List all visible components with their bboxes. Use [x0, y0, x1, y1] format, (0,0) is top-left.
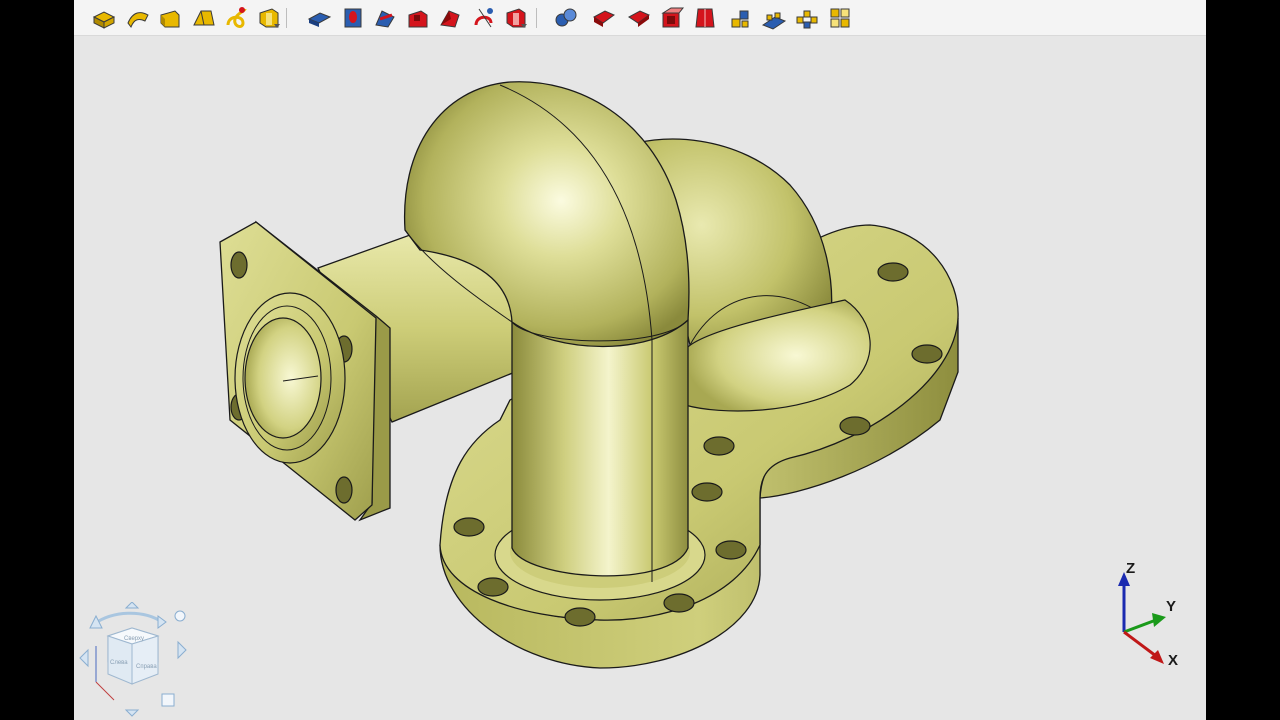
- loft-icon[interactable]: [190, 4, 218, 32]
- 3d-viewport[interactable]: Z Y X Сверху Слева Справа: [74, 36, 1206, 720]
- vertical-pipe: [511, 319, 689, 577]
- spiral-icon[interactable]: [222, 4, 250, 32]
- arrow-down-icon[interactable]: [124, 709, 140, 717]
- fillet-icon[interactable]: [552, 4, 580, 32]
- toolbar-separator: [286, 8, 287, 28]
- arrow-up-icon[interactable]: [124, 601, 140, 609]
- x-axis-label: X: [1168, 652, 1179, 669]
- hole-icon[interactable]: [339, 4, 367, 32]
- view-cube-graphic[interactable]: Сверху Слева Справа: [74, 601, 194, 720]
- toolbar-separator: [536, 8, 537, 28]
- boolean-icon[interactable]: [305, 4, 333, 32]
- view-cube-face-right: Справа: [136, 664, 157, 670]
- cad-application: Z Y X Сверху Слева Справа: [74, 0, 1206, 720]
- arrow-right-icon[interactable]: [177, 640, 187, 660]
- rotate-left-icon[interactable]: [89, 614, 103, 629]
- circular-array-icon[interactable]: [793, 4, 821, 32]
- view-cube-face-top: Сверху: [124, 636, 144, 642]
- feature-toolbar: [74, 0, 1206, 36]
- sweep-icon[interactable]: [124, 4, 152, 32]
- rotate-icon[interactable]: [156, 4, 184, 32]
- home-view-icon[interactable]: [174, 610, 186, 622]
- array-icon[interactable]: [727, 4, 755, 32]
- rib-icon[interactable]: [371, 4, 399, 32]
- rotate-arc-icon: [93, 611, 163, 626]
- view-cube-face-left: Слева: [110, 660, 128, 666]
- rotate-right-icon[interactable]: [157, 615, 167, 629]
- split-icon[interactable]: [691, 4, 719, 32]
- axis-arrows: [1118, 572, 1166, 664]
- view-cube[interactable]: Сверху Слева Справа: [74, 601, 194, 720]
- chamfer-icon[interactable]: [590, 4, 618, 32]
- cut-sweep-icon[interactable]: [470, 4, 498, 32]
- z-axis-label: Z: [1126, 560, 1136, 577]
- linear-array-icon[interactable]: [760, 4, 788, 32]
- mirror-array-icon[interactable]: [826, 4, 854, 32]
- left-bore: [244, 317, 322, 439]
- axis-triad: Z Y X: [1104, 560, 1194, 670]
- extrude-icon[interactable]: [90, 4, 118, 32]
- y-axis-label: Y: [1166, 598, 1177, 615]
- cut-extrude-icon[interactable]: [404, 4, 432, 32]
- shell-icon[interactable]: [625, 4, 653, 32]
- dropdown-arrow-icon[interactable]: [274, 16, 280, 28]
- draft-icon[interactable]: [658, 4, 686, 32]
- pipe-elbow-model[interactable]: [74, 36, 1206, 720]
- cut-rotate-icon[interactable]: [436, 4, 464, 32]
- cube-toggle-icon[interactable]: [161, 693, 175, 707]
- arrow-left-icon[interactable]: [79, 648, 89, 668]
- dropdown-arrow-icon[interactable]: [521, 16, 527, 28]
